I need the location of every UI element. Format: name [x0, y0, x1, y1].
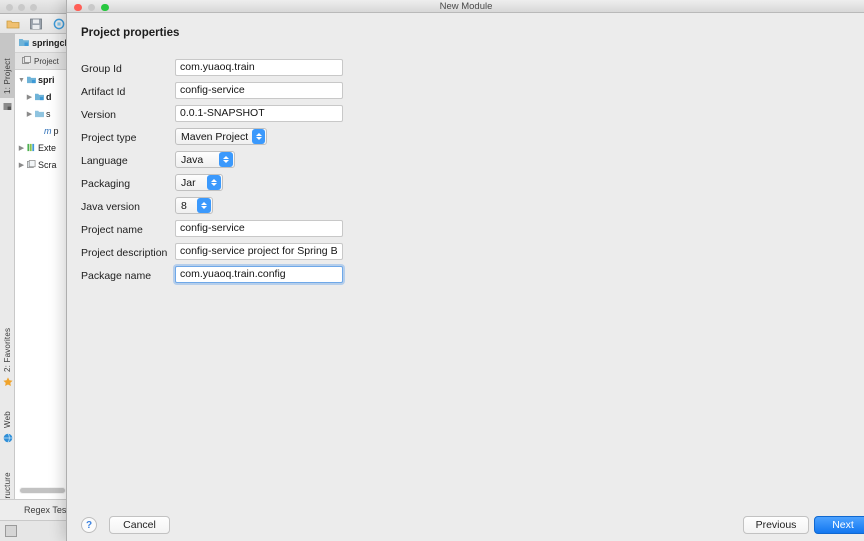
sidebar-item-web[interactable]: Web: [0, 394, 15, 428]
tree-item-label: spri: [38, 75, 55, 85]
artifact-id-label: Artifact Id: [81, 86, 126, 98]
list-item[interactable]: ▶ s: [15, 106, 66, 122]
module-icon: [27, 71, 36, 89]
list-item[interactable]: ▶ Scra: [15, 157, 66, 173]
list-item[interactable]: ▶ d: [15, 89, 66, 105]
language-select[interactable]: Java: [175, 151, 235, 168]
packaging-select[interactable]: Jar: [175, 174, 223, 191]
version-label: Version: [81, 109, 117, 121]
project-tree[interactable]: ▼ spri ▶ d ▶ s m p ▶ Exte ▶ Scra: [15, 70, 66, 483]
maven-icon: m: [44, 126, 52, 136]
project-name-label: Project name: [81, 224, 143, 236]
next-button[interactable]: Next: [814, 516, 864, 534]
open-folder-icon[interactable]: [6, 17, 20, 31]
project-icon: [3, 98, 12, 110]
list-item[interactable]: m p: [15, 123, 66, 139]
star-icon: [3, 374, 13, 386]
project-type-label: Project type: [81, 132, 137, 144]
chevron-updown-icon[interactable]: [197, 198, 211, 213]
ide-window-controls[interactable]: [6, 4, 37, 11]
previous-button[interactable]: Previous: [743, 516, 809, 534]
project-description-label: Project description: [81, 247, 168, 259]
scratches-icon: [27, 156, 36, 174]
dialog-body: Project properties Group Id com.yuaoq.tr…: [67, 13, 864, 508]
java-version-select[interactable]: 8: [175, 197, 213, 214]
tool-tab-label: Web: [3, 411, 12, 428]
dialog-window-controls[interactable]: [74, 3, 109, 11]
sidebar-item-favorites[interactable]: 2: Favorites: [0, 304, 15, 372]
artifact-id-field[interactable]: config-service: [175, 82, 343, 99]
help-button[interactable]: ?: [81, 517, 97, 533]
version-field[interactable]: 0.0.1-SNAPSHOT: [175, 105, 343, 122]
tree-item-label: s: [46, 109, 51, 119]
sidebar-item-project[interactable]: 1: Project: [0, 34, 15, 98]
chevron-updown-icon[interactable]: [219, 152, 233, 167]
close-icon[interactable]: [74, 3, 82, 11]
tree-item-label: p: [53, 126, 59, 136]
language-label: Language: [81, 155, 128, 167]
java-version-value: 8: [181, 199, 187, 212]
dialog-titlebar: New Module: [67, 0, 864, 13]
project-panel-header: springclou: [15, 34, 66, 53]
page-title: Project properties: [81, 27, 180, 39]
tree-item-label: d: [46, 92, 52, 102]
tree-twisty-icon[interactable]: ▶: [18, 161, 25, 169]
horizontal-scrollbar[interactable]: [19, 487, 66, 494]
project-type-value: Maven Project: [181, 130, 249, 143]
packaging-label: Packaging: [81, 178, 131, 190]
ide-minimize-button[interactable]: [18, 4, 25, 11]
screen: 1: Project 2: Favorites Web 7: Structure: [0, 0, 864, 541]
cancel-button[interactable]: Cancel: [109, 516, 170, 534]
language-value: Java: [181, 153, 204, 166]
ide-close-button[interactable]: [6, 4, 13, 11]
tool-window-strip: 1: Project 2: Favorites Web 7: Structure: [0, 34, 15, 531]
list-item[interactable]: ▼ spri: [15, 72, 66, 88]
project-name-label: springclou: [32, 38, 66, 48]
project-type-select[interactable]: Maven Project: [175, 128, 267, 145]
group-id-field[interactable]: com.yuaoq.train: [175, 59, 343, 76]
web-icon: [3, 430, 13, 443]
ide-zoom-button[interactable]: [30, 4, 37, 11]
package-name-label: Package name: [81, 270, 152, 282]
tree-twisty-icon[interactable]: ▶: [18, 144, 25, 152]
tree-twisty-icon[interactable]: ▶: [26, 93, 33, 101]
project-name-field[interactable]: config-service: [175, 220, 343, 237]
sync-icon[interactable]: [52, 17, 66, 31]
tree-twisty-icon[interactable]: ▼: [18, 77, 25, 84]
minimize-icon[interactable]: [87, 3, 95, 11]
project-tab-bar[interactable]: Project: [15, 53, 66, 70]
package-name-field[interactable]: com.yuaoq.train.config: [175, 266, 343, 283]
packaging-value: Jar: [181, 176, 196, 189]
terminal-icon[interactable]: [5, 525, 17, 537]
folder-src-icon: [35, 88, 44, 106]
dialog-footer: ? Cancel Previous Next: [67, 508, 864, 541]
list-item[interactable]: ▶ Exte: [15, 140, 66, 156]
tab-project[interactable]: Project: [34, 57, 59, 66]
chevron-updown-icon[interactable]: [207, 175, 221, 190]
folder-icon: [35, 105, 44, 123]
zoom-icon[interactable]: [101, 3, 109, 11]
chevron-updown-icon[interactable]: [252, 129, 265, 144]
group-id-label: Group Id: [81, 63, 122, 75]
module-icon: [19, 34, 29, 52]
tool-tab-label: 2: Favorites: [3, 327, 12, 372]
tree-twisty-icon[interactable]: ▶: [26, 110, 33, 118]
java-version-label: Java version: [81, 201, 140, 213]
save-icon[interactable]: [29, 17, 43, 31]
libraries-icon: [27, 139, 36, 157]
status-text: Regex Test: [24, 505, 69, 515]
project-tab-icon: [22, 52, 31, 70]
new-module-dialog: New Module Project properties Group Id c…: [66, 0, 864, 541]
tree-item-label: Exte: [38, 143, 57, 153]
tree-item-label: Scra: [38, 160, 57, 170]
tool-tab-label: 1: Project: [3, 58, 12, 94]
dialog-title: New Module: [439, 1, 493, 12]
project-description-field[interactable]: config-service project for Spring B: [175, 243, 343, 260]
